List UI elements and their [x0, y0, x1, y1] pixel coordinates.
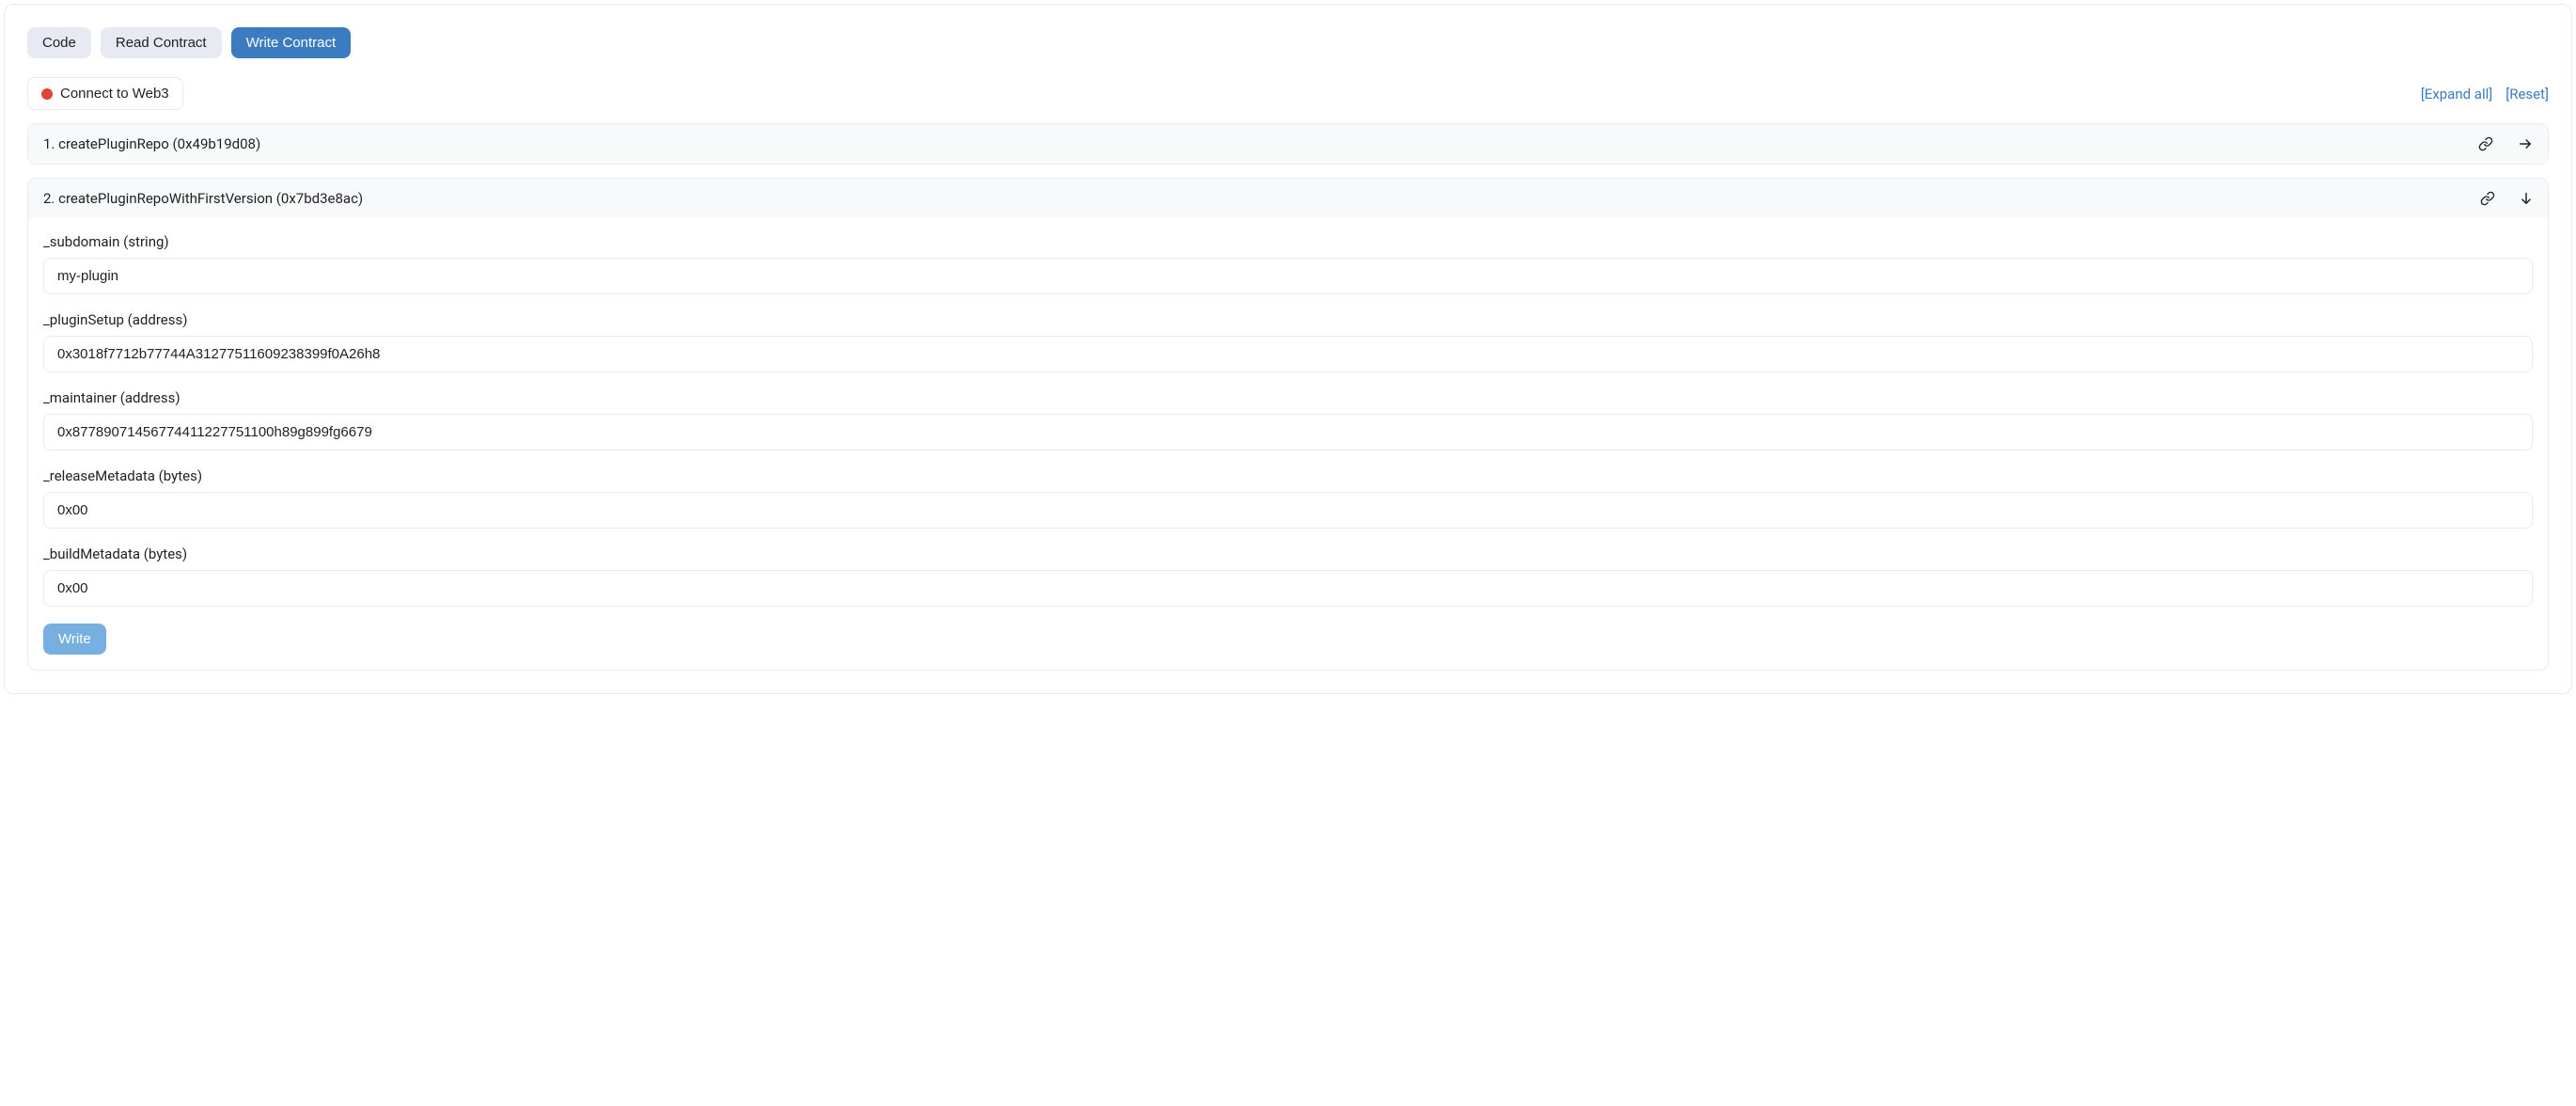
write-button[interactable]: Write	[43, 624, 106, 655]
arrow-right-icon[interactable]	[2518, 137, 2533, 150]
input-build-metadata[interactable]	[43, 570, 2533, 607]
field-maintainer: _maintainer (address)	[43, 389, 2533, 450]
tab-code[interactable]: Code	[27, 27, 91, 58]
status-dot-icon	[41, 88, 53, 100]
field-label: _buildMetadata (bytes)	[43, 545, 2533, 562]
input-release-metadata[interactable]	[43, 492, 2533, 529]
field-build-metadata: _buildMetadata (bytes)	[43, 545, 2533, 607]
expand-all-link[interactable]: [Expand all]	[2421, 86, 2492, 103]
input-plugin-setup[interactable]	[43, 336, 2533, 372]
method-icons	[2478, 136, 2533, 151]
connect-web3-button[interactable]: Connect to Web3	[27, 77, 183, 110]
field-subdomain: _subdomain (string)	[43, 233, 2533, 294]
field-label: _pluginSetup (address)	[43, 311, 2533, 328]
input-maintainer[interactable]	[43, 414, 2533, 450]
field-release-metadata: _releaseMetadata (bytes)	[43, 467, 2533, 529]
field-plugin-setup: _pluginSetup (address)	[43, 311, 2533, 372]
method-body-2: _subdomain (string) _pluginSetup (addres…	[28, 218, 2548, 670]
method-item-2: 2. createPluginRepoWithFirstVersion (0x7…	[27, 178, 2549, 671]
method-icons	[2480, 191, 2533, 206]
toolbar: Connect to Web3 [Expand all] [Reset]	[27, 77, 2549, 110]
contract-card: Code Read Contract Write Contract Connec…	[4, 4, 2572, 694]
tab-write-contract[interactable]: Write Contract	[231, 27, 352, 58]
tab-bar: Code Read Contract Write Contract	[27, 27, 2549, 58]
field-label: _subdomain (string)	[43, 233, 2533, 250]
reset-link[interactable]: [Reset]	[2505, 86, 2549, 103]
method-title: 2. createPluginRepoWithFirstVersion (0x7…	[43, 190, 363, 207]
link-icon[interactable]	[2478, 136, 2493, 151]
tab-read-contract[interactable]: Read Contract	[101, 27, 222, 58]
method-header-2[interactable]: 2. createPluginRepoWithFirstVersion (0x7…	[28, 179, 2548, 218]
input-subdomain[interactable]	[43, 258, 2533, 294]
method-item-1: 1. createPluginRepo (0x49b19d08)	[27, 123, 2549, 165]
field-label: _releaseMetadata (bytes)	[43, 467, 2533, 484]
method-title: 1. createPluginRepo (0x49b19d08)	[43, 135, 260, 152]
method-header-1[interactable]: 1. createPluginRepo (0x49b19d08)	[28, 124, 2548, 164]
arrow-down-icon[interactable]	[2520, 191, 2533, 206]
field-label: _maintainer (address)	[43, 389, 2533, 406]
link-icon[interactable]	[2480, 191, 2495, 206]
connect-label: Connect to Web3	[60, 86, 169, 102]
toolbar-links: [Expand all] [Reset]	[2421, 86, 2549, 103]
